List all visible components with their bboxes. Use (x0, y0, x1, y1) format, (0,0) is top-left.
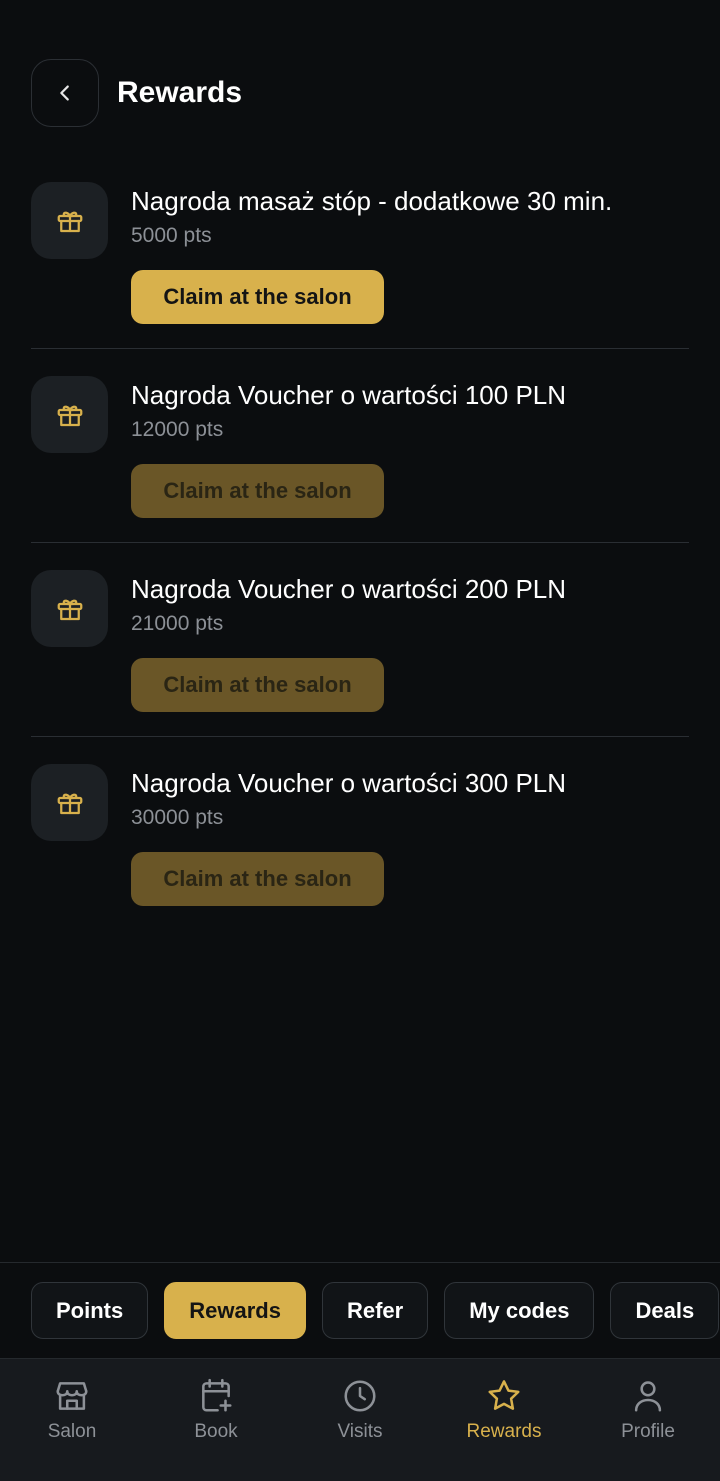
tab-deals[interactable]: Deals (610, 1282, 720, 1339)
tab-my-codes[interactable]: My codes (444, 1282, 595, 1339)
reward-points: 5000 pts (131, 224, 212, 247)
reward-body: Nagroda masaż stóp - dodatkowe 30 min. 5… (131, 182, 689, 324)
bottom-nav: Salon Book Visits Rewards Profile (0, 1358, 720, 1481)
tab-refer[interactable]: Refer (321, 1282, 429, 1339)
claim-button[interactable]: Claim at the salon (131, 852, 384, 906)
reward-points: 30000 pts (131, 806, 224, 829)
star-icon (488, 1380, 520, 1410)
rewards-screen: Rewards Nagroda masaż stóp - dodatkowe 3… (0, 0, 720, 1481)
nav-item-salon[interactable]: Salon (0, 1359, 144, 1481)
reward-list: Nagroda masaż stóp - dodatkowe 30 min. 5… (31, 155, 689, 931)
reward-points: 12000 pts (131, 418, 224, 441)
reward-title: Nagroda Voucher o wartości 200 PLN (131, 574, 567, 604)
claim-button[interactable]: Claim at the salon (131, 658, 384, 712)
store-icon (56, 1382, 88, 1410)
back-button[interactable] (31, 59, 99, 127)
nav-item-visits[interactable]: Visits (288, 1359, 432, 1481)
user-icon (634, 1381, 662, 1412)
chevron-left-icon (60, 85, 69, 101)
reward-item: Nagroda masaż stóp - dodatkowe 30 min. 5… (31, 155, 689, 349)
nav-label: Salon (47, 1421, 97, 1442)
reward-item: Nagroda Voucher o wartości 100 PLN 12000… (31, 349, 689, 543)
reward-body: Nagroda Voucher o wartości 100 PLN 12000… (131, 376, 689, 518)
gift-icon (31, 764, 108, 841)
reward-title: Nagroda masaż stóp - dodatkowe 30 min. (131, 186, 613, 216)
reward-body: Nagroda Voucher o wartości 200 PLN 21000… (131, 570, 689, 712)
nav-label: Book (194, 1421, 238, 1442)
reward-body: Nagroda Voucher o wartości 300 PLN 30000… (131, 764, 689, 906)
reward-title: Nagroda Voucher o wartości 300 PLN (131, 768, 567, 798)
claim-button[interactable]: Claim at the salon (131, 464, 384, 518)
claim-button[interactable]: Claim at the salon (131, 270, 384, 324)
segment-tabs: Points Rewards Refer My codes Deals (0, 1262, 720, 1358)
nav-label: Rewards (466, 1421, 542, 1442)
nav-item-profile[interactable]: Profile (576, 1359, 720, 1481)
header: Rewards (31, 58, 689, 128)
nav-label: Profile (621, 1421, 675, 1442)
gift-icon (31, 376, 108, 453)
reward-item: Nagroda Voucher o wartości 300 PLN 30000… (31, 737, 689, 931)
reward-item: Nagroda Voucher o wartości 200 PLN 21000… (31, 543, 689, 737)
nav-label: Visits (337, 1421, 383, 1442)
reward-points: 21000 pts (131, 612, 224, 635)
reward-title: Nagroda Voucher o wartości 100 PLN (131, 380, 567, 410)
clock-icon (344, 1380, 376, 1412)
tab-points[interactable]: Points (31, 1282, 149, 1339)
page-title: Rewards (117, 76, 243, 109)
calendar-plus-icon (202, 1378, 232, 1412)
segment-tabs-row: Points Rewards Refer My codes Deals (31, 1282, 720, 1339)
gift-icon (31, 570, 108, 647)
nav-item-rewards[interactable]: Rewards (432, 1359, 576, 1481)
nav-item-book[interactable]: Book (144, 1359, 288, 1481)
tab-rewards[interactable]: Rewards (164, 1282, 306, 1339)
gift-icon (31, 182, 108, 259)
